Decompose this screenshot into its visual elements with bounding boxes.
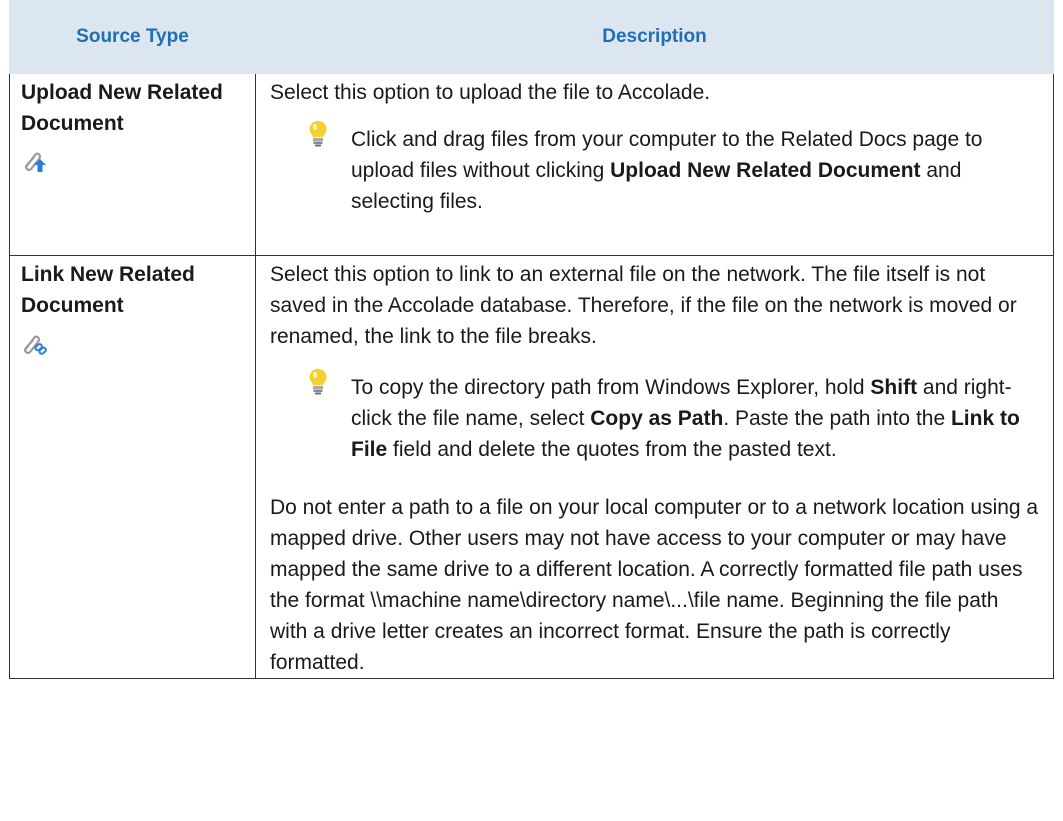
upload-document-icon	[21, 147, 245, 182]
tip-callout: Click and drag files from your computer …	[308, 121, 1039, 217]
row-description: Select this option to link to an externa…	[270, 263, 1017, 348]
link-document-icon	[21, 331, 245, 366]
tip-text-part: To copy the directory path from Windows …	[351, 376, 871, 399]
tip-bold-shift: Shift	[870, 376, 918, 399]
tip-text: To copy the directory path from Windows …	[330, 372, 1039, 465]
tip-bold-upload-new-related-document: Upload New Related Document	[610, 159, 921, 182]
source-type-label: Link New Related Document	[21, 263, 195, 317]
tip-bold-copy-as-path: Copy as Path	[590, 407, 724, 430]
table-row: Link New Related Document Select this op…	[9, 255, 1054, 679]
description-cell: Select this option to upload the file to…	[255, 73, 1054, 256]
table-header-row: Source Type Description	[9, 0, 1054, 74]
table-row: Upload New Related Document Select this …	[9, 73, 1054, 256]
description-cell: Select this option to link to an externa…	[255, 255, 1054, 679]
source-type-table: Source Type Description Upload New Relat…	[9, 0, 1054, 679]
lightbulb-icon	[308, 368, 330, 465]
row-description: Select this option to upload the file to…	[270, 81, 711, 104]
header-description: Description	[255, 0, 1054, 74]
mapped-drive-note: Do not enter a path to a file on your lo…	[270, 496, 1039, 674]
lightbulb-icon	[308, 120, 330, 217]
tip-text: Click and drag files from your computer …	[330, 124, 1039, 217]
source-type-label: Upload New Related Document	[21, 81, 223, 135]
header-source-type: Source Type	[9, 0, 256, 74]
tip-text-part: field and delete the quotes from the pas…	[387, 438, 837, 461]
source-type-cell: Upload New Related Document	[9, 73, 256, 256]
tip-text-part: . Paste the path into the	[723, 407, 951, 430]
source-type-cell: Link New Related Document	[9, 255, 256, 679]
tip-callout: To copy the directory path from Windows …	[308, 369, 1039, 465]
